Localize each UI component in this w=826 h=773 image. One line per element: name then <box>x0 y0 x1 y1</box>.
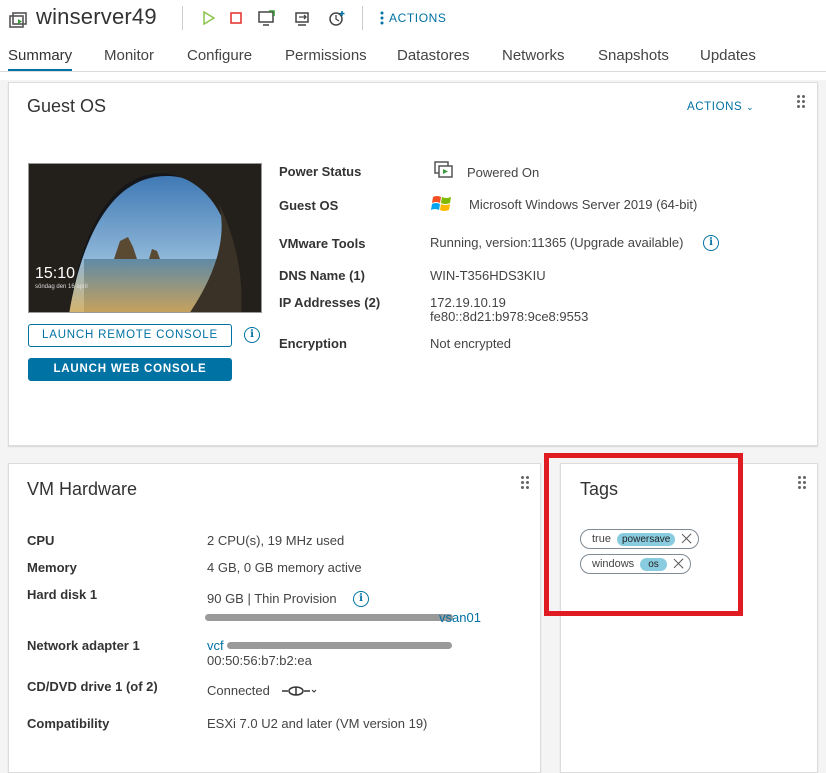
launch-console-icon[interactable] <box>257 9 277 27</box>
guest-os-label: Guest OS <box>279 198 339 213</box>
guest-os-value: Microsoft Windows Server 2019 (64-bit) <box>469 197 698 212</box>
dns-name-label: DNS Name (1) <box>279 268 365 283</box>
compatibility-value: ESXi 7.0 U2 and later (VM version 19) <box>207 716 428 731</box>
dns-name-value: WIN-T356HDS3KIU <box>430 268 546 283</box>
ip-address-2: fe80::8d21:b978:9ce8:9553 <box>430 309 589 324</box>
memory-value: 4 GB, 0 GB memory active <box>207 560 362 575</box>
cd-dvd-label: CD/DVD drive 1 (of 2) <box>27 679 158 694</box>
cpu-value: 2 CPU(s), 19 MHz used <box>207 533 345 548</box>
vm-actions-label: ACTIONS <box>389 11 447 25</box>
power-off-icon[interactable] <box>226 9 246 27</box>
drag-handle-icon[interactable] <box>521 476 531 490</box>
more-vertical-icon <box>380 11 384 25</box>
network-adapter-label: Network adapter 1 <box>27 638 140 653</box>
guest-os-actions-label: ACTIONS <box>687 101 743 113</box>
cd-dvd-value: Connected <box>207 683 270 698</box>
chevron-down-icon: ⌄ <box>746 102 755 112</box>
ip-addresses-label: IP Addresses (2) <box>279 295 381 310</box>
vm-hardware-title: VM Hardware <box>27 479 138 499</box>
info-icon[interactable]: i <box>703 235 719 251</box>
console-thumbnail[interactable]: 15:10 söndag den 16 april <box>28 163 262 313</box>
vm-title: winserver49 <box>36 4 157 29</box>
redacted-datastore-path <box>205 614 453 621</box>
vm-header: winserver49 ACTIONS Summary Monitor Conf… <box>0 0 826 80</box>
datastore-link[interactable]: vsan01 <box>439 610 481 625</box>
tab-permissions[interactable]: Permissions <box>285 46 367 72</box>
connector-icon <box>282 686 317 696</box>
launch-web-console-button[interactable]: LAUNCH WEB CONSOLE <box>28 358 232 381</box>
tab-updates[interactable]: Updates <box>700 46 756 72</box>
compatibility-label: Compatibility <box>27 716 110 731</box>
cpu-label: CPU <box>27 533 55 548</box>
power-status-value: Powered On <box>467 165 540 180</box>
vm-actions-menu[interactable]: ACTIONS <box>380 11 447 25</box>
tab-underline <box>0 71 826 72</box>
mac-address-value: 00:50:56:b7:b2:ea <box>207 653 312 668</box>
guest-os-card: Guest OS ACTIONS ⌄ 15:10 söndag den 16 a… <box>8 82 818 446</box>
drag-handle-icon[interactable] <box>797 95 807 109</box>
tab-networks[interactable]: Networks <box>502 46 565 72</box>
ip-address-1: 172.19.10.19 <box>430 295 506 310</box>
power-status-label: Power Status <box>279 164 362 179</box>
cd-connect-dropdown[interactable] <box>281 683 317 699</box>
windows-logo-icon <box>431 193 453 215</box>
tab-summary[interactable]: Summary <box>8 46 73 72</box>
info-icon[interactable]: i <box>353 591 369 607</box>
drag-handle-icon[interactable] <box>798 476 808 490</box>
vmware-tools-label: VMware Tools <box>279 236 366 251</box>
hard-disk-value: 90 GB | Thin Provision <box>207 591 337 606</box>
migrate-icon[interactable] <box>293 9 313 27</box>
vm-icon <box>8 10 28 28</box>
console-time: 15:10 <box>35 265 76 282</box>
vm-hardware-card: VM Hardware CPU 2 CPU(s), 19 MHz used Me… <box>8 463 541 773</box>
vmware-tools-value: Running, version:11365 (Upgrade availabl… <box>430 235 684 250</box>
hard-disk-label: Hard disk 1 <box>27 587 98 602</box>
powered-on-icon <box>433 159 455 181</box>
tab-configure[interactable]: Configure <box>187 46 252 72</box>
memory-label: Memory <box>27 560 77 575</box>
encryption-label: Encryption <box>279 336 347 351</box>
toolbar-divider <box>362 6 363 30</box>
redacted-network-name <box>227 642 452 649</box>
guest-os-actions-menu[interactable]: ACTIONS ⌄ <box>687 101 754 113</box>
encryption-value: Not encrypted <box>430 336 511 351</box>
snapshot-icon[interactable] <box>327 9 347 27</box>
network-link[interactable]: vcf <box>207 638 224 653</box>
console-date: söndag den 16 april <box>35 284 88 290</box>
info-icon[interactable]: i <box>244 327 260 343</box>
tab-monitor[interactable]: Monitor <box>104 46 154 72</box>
tab-snapshots[interactable]: Snapshots <box>598 46 669 72</box>
toolbar-divider <box>182 6 183 30</box>
launch-remote-console-button[interactable]: LAUNCH REMOTE CONSOLE <box>28 324 232 347</box>
console-screen-image <box>29 164 261 312</box>
power-on-icon[interactable] <box>198 9 218 27</box>
guest-os-title: Guest OS <box>27 96 107 116</box>
tab-datastores[interactable]: Datastores <box>397 46 470 72</box>
highlight-annotation-box <box>544 453 743 616</box>
